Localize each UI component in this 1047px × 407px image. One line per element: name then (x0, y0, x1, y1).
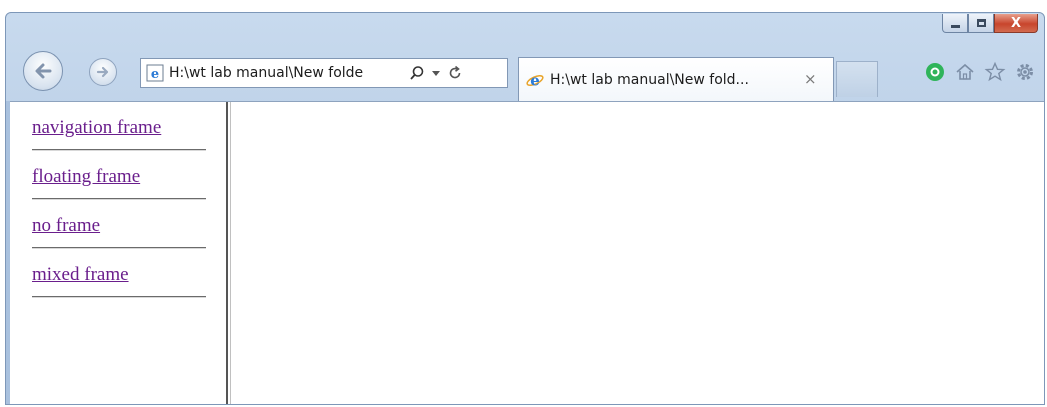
home-icon[interactable] (954, 61, 976, 83)
refresh-icon[interactable] (447, 65, 463, 81)
svg-text:e: e (530, 71, 540, 89)
page-content: navigation frame floating frame no frame… (6, 101, 1044, 404)
extension-icon[interactable] (924, 61, 946, 83)
divider (32, 149, 206, 151)
tab-active[interactable]: e H:\wt lab manual\New fold... × (518, 57, 834, 101)
list-item: no frame (32, 214, 208, 249)
divider (32, 296, 206, 298)
settings-gear-icon[interactable] (1014, 61, 1036, 83)
list-item: navigation frame (32, 116, 208, 151)
address-tools (409, 65, 463, 81)
browser-window: X e H:\wt lab manual\New folde e H:\wt l… (5, 12, 1045, 405)
navigation-frame: navigation frame floating frame no frame… (6, 102, 231, 404)
list-item: mixed frame (32, 263, 208, 298)
navigation-bar: e H:\wt lab manual\New folde e H:\wt lab… (6, 13, 1044, 101)
dropdown-arrow-icon[interactable] (431, 65, 441, 81)
screen: X e H:\wt lab manual\New folde e H:\wt l… (0, 0, 1047, 407)
ie-page-icon: e (146, 64, 164, 82)
ie-logo-icon: e (526, 71, 544, 89)
list-item: floating frame (32, 165, 208, 200)
tab-close-icon[interactable]: × (804, 72, 817, 87)
window-left-border (6, 101, 10, 404)
divider (32, 247, 206, 249)
divider (32, 198, 206, 200)
forward-button[interactable] (89, 58, 117, 86)
search-icon[interactable] (409, 65, 425, 81)
address-bar[interactable]: e H:\wt lab manual\New folde (140, 58, 508, 88)
address-url-text[interactable]: H:\wt lab manual\New folde (169, 65, 405, 81)
svg-text:e: e (151, 67, 159, 82)
back-arrow-icon (35, 63, 52, 79)
link-no-frame[interactable]: no frame (32, 214, 100, 238)
command-icons (924, 61, 1036, 83)
new-tab-button[interactable] (836, 61, 878, 97)
tab-title: H:\wt lab manual\New fold... (550, 71, 749, 88)
favorites-star-icon[interactable] (984, 61, 1006, 83)
link-mixed-frame[interactable]: mixed frame (32, 263, 129, 287)
main-frame (228, 102, 1044, 404)
link-floating-frame[interactable]: floating frame (32, 165, 140, 189)
link-navigation-frame[interactable]: navigation frame (32, 116, 161, 140)
back-button[interactable] (23, 51, 63, 91)
forward-arrow-icon (96, 66, 109, 78)
